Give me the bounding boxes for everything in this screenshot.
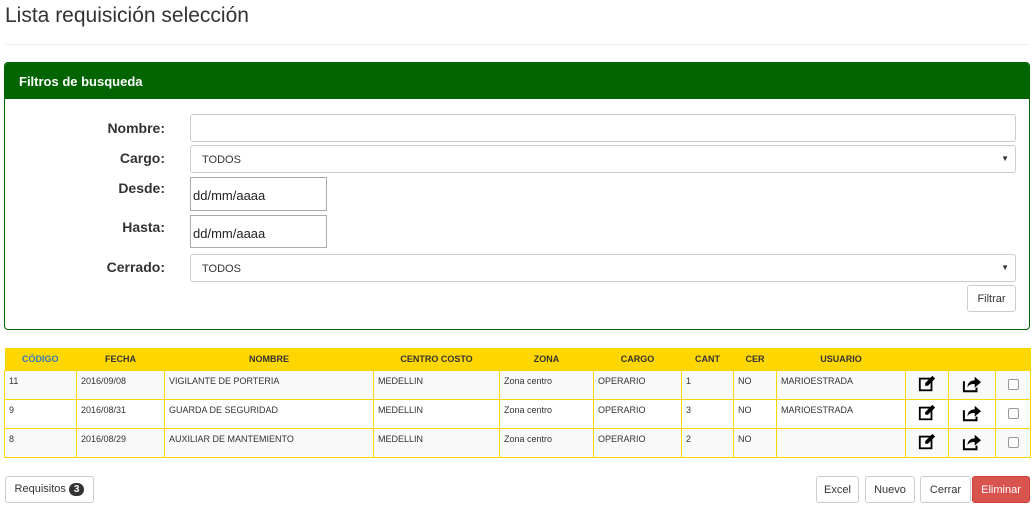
share-icon[interactable]: [962, 375, 982, 393]
requisitos-label: Requisitos: [14, 483, 66, 495]
nuevo-button[interactable]: Nuevo: [865, 476, 915, 503]
nombre-input[interactable]: [190, 114, 1016, 142]
column-header-nombre: NOMBRE: [164, 348, 374, 370]
share-cell: [948, 427, 996, 458]
cell-zona: Zona centro: [499, 427, 594, 458]
cell-cer: NO: [733, 369, 777, 400]
cerrado-select[interactable]: TODOS ▼: [190, 254, 1016, 282]
column-header-cargo: CARGO: [593, 348, 682, 370]
cell-usuario: MARIOESTRADA: [776, 398, 906, 429]
cell-usuario: MARIOESTRADA: [776, 369, 906, 400]
column-header-cant: CANT: [681, 348, 734, 370]
cell-cargo: OPERARIO: [593, 398, 682, 429]
cell-cer: NO: [733, 427, 777, 458]
cell-fecha: 2016/08/31: [76, 398, 165, 429]
table-row: 8 2016/08/29 AUXILIAR DE MANTEMIENTO MED…: [4, 427, 1031, 458]
cell-cer: NO: [733, 398, 777, 429]
filters-panel: Filtros de busqueda Nombre: Cargo: TODOS…: [4, 62, 1030, 330]
share-cell: [948, 398, 996, 429]
edit-cell: [905, 398, 949, 429]
select-cell: [995, 398, 1031, 429]
cell-codigo: 11: [4, 369, 77, 400]
filter-button[interactable]: Filtrar: [967, 285, 1016, 312]
cell-fecha: 2016/09/08: [76, 369, 165, 400]
cell-cant: 2: [681, 427, 734, 458]
cell-fecha: 2016/08/29: [76, 427, 165, 458]
requisitos-button[interactable]: Requisitos 3: [5, 476, 94, 503]
desde-date-value: dd/mm/aaaa: [193, 188, 266, 203]
requisitions-table: CÓDIGO FECHA NOMBRE CENTRO COSTO ZONA CA…: [4, 348, 1031, 458]
cell-codigo: 9: [4, 398, 77, 429]
cargo-select[interactable]: TODOS ▼: [190, 145, 1016, 173]
cerrado-label: Cerrado:: [106, 259, 165, 275]
edit-icon[interactable]: [918, 375, 936, 393]
cell-cant: 3: [681, 398, 734, 429]
excel-button[interactable]: Excel: [816, 476, 859, 503]
cell-nombre: GUARDA DE SEGURIDAD: [164, 398, 374, 429]
nombre-label: Nombre:: [107, 120, 165, 136]
cell-cargo: OPERARIO: [593, 427, 682, 458]
page-title: Lista requisición selección: [5, 4, 249, 27]
column-header-select: [995, 348, 1031, 370]
chevron-down-icon: ▼: [1001, 263, 1009, 272]
cargo-label: Cargo:: [119, 150, 165, 166]
edit-cell: [905, 369, 949, 400]
filters-panel-body: Nombre: Cargo: TODOS ▼ Desde: dd/mm/aaaa…: [5, 99, 1029, 329]
row-checkbox[interactable]: [1007, 437, 1019, 449]
cell-centro-costo: MEDELLIN: [373, 369, 500, 400]
cell-cargo: OPERARIO: [593, 369, 682, 400]
row-checkbox[interactable]: [1007, 379, 1019, 391]
cell-centro-costo: MEDELLIN: [373, 398, 500, 429]
cell-usuario: [776, 427, 906, 458]
table-header-row: CÓDIGO FECHA NOMBRE CENTRO COSTO ZONA CA…: [4, 348, 1031, 370]
select-cell: [995, 369, 1031, 400]
cargo-select-value: TODOS: [202, 154, 241, 166]
row-checkbox[interactable]: [1007, 408, 1019, 420]
select-cell: [995, 427, 1031, 458]
cell-cant: 1: [681, 369, 734, 400]
share-icon[interactable]: [962, 404, 982, 422]
cell-codigo: 8: [4, 427, 77, 458]
cell-nombre: VIGILANTE DE PORTERIA: [164, 369, 374, 400]
column-header-share: [948, 348, 996, 370]
cell-nombre: AUXILIAR DE MANTEMIENTO: [164, 427, 374, 458]
filters-panel-heading: Filtros de busqueda: [5, 63, 1029, 99]
table-row: 9 2016/08/31 GUARDA DE SEGURIDAD MEDELLI…: [4, 398, 1031, 429]
edit-icon[interactable]: [918, 404, 936, 422]
eliminar-button[interactable]: Eliminar: [972, 476, 1030, 503]
column-header-cer: CER: [733, 348, 777, 370]
title-divider: [5, 44, 1030, 45]
column-header-fecha: FECHA: [76, 348, 165, 370]
edit-icon[interactable]: [918, 433, 936, 451]
column-header-codigo[interactable]: CÓDIGO: [4, 348, 77, 370]
cerrar-button[interactable]: Cerrar: [920, 476, 971, 503]
table-row: 11 2016/09/08 VIGILANTE DE PORTERIA MEDE…: [4, 369, 1031, 400]
desde-label: Desde:: [118, 180, 165, 196]
cell-zona: Zona centro: [499, 369, 594, 400]
chevron-down-icon: ▼: [1001, 154, 1009, 163]
cell-centro-costo: MEDELLIN: [373, 427, 500, 458]
cerrado-select-value: TODOS: [202, 263, 241, 275]
requisitos-count-badge: 3: [68, 483, 85, 496]
column-header-usuario: USUARIO: [776, 348, 906, 370]
cell-zona: Zona centro: [499, 398, 594, 429]
desde-date-input[interactable]: dd/mm/aaaa: [190, 177, 327, 211]
hasta-date-value: dd/mm/aaaa: [193, 226, 266, 241]
share-cell: [948, 369, 996, 400]
column-header-centro-costo: CENTRO COSTO: [373, 348, 500, 370]
column-header-zona: ZONA: [499, 348, 594, 370]
share-icon[interactable]: [962, 433, 982, 451]
hasta-label: Hasta:: [122, 219, 165, 235]
hasta-date-input[interactable]: dd/mm/aaaa: [190, 215, 327, 248]
edit-cell: [905, 427, 949, 458]
column-header-edit: [905, 348, 949, 370]
